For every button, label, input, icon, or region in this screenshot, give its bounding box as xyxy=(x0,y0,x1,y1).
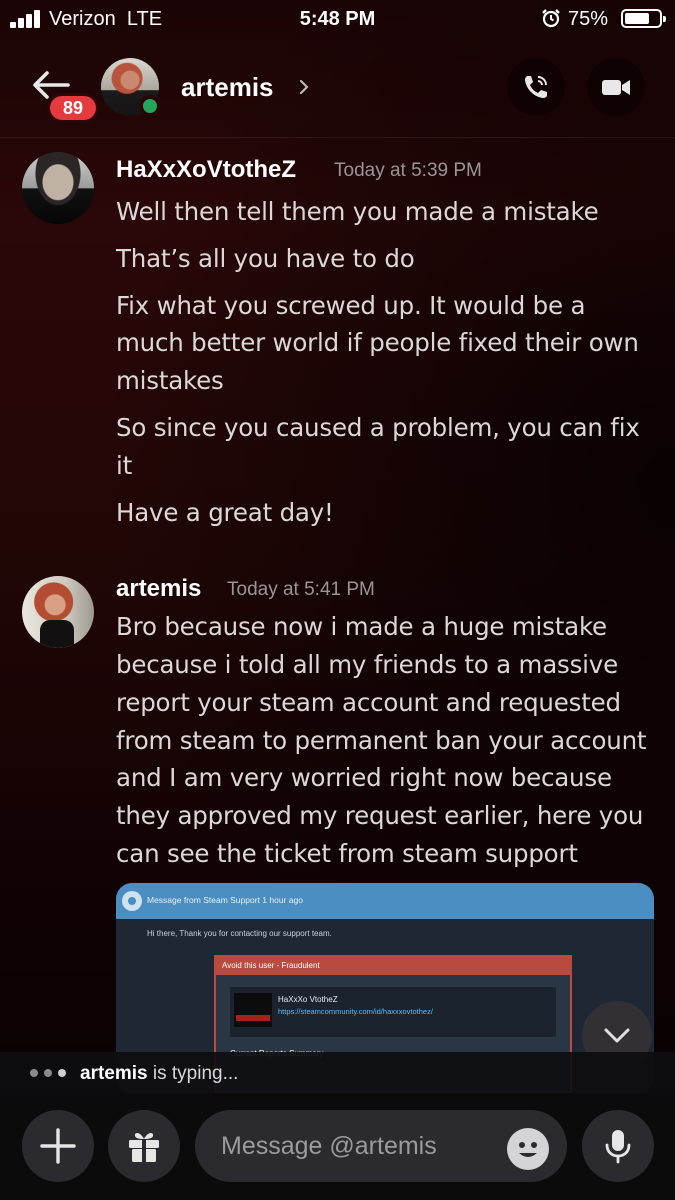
online-status-indicator xyxy=(139,95,161,117)
message-text: report your steam account and requested xyxy=(116,688,621,717)
message-text: Bro because now i made a huge mistake xyxy=(116,612,607,641)
message-text: mistakes xyxy=(116,366,224,395)
message-text: and I am very worried right now because xyxy=(116,763,612,792)
message-text: Well then tell them you made a mistake xyxy=(116,197,599,226)
typing-text: artemis is typing... xyxy=(80,1063,238,1085)
phone-icon xyxy=(525,76,547,98)
typing-dots-icon xyxy=(30,1069,70,1079)
message-text: That’s all you have to do xyxy=(116,244,415,273)
typing-user: artemis xyxy=(80,1063,148,1084)
message-timestamp: Today at 5:41 PM xyxy=(227,579,375,600)
message-text: from steam to permanent ban your account xyxy=(116,726,647,755)
voice-message-button[interactable] xyxy=(582,1110,654,1182)
attachment-greeting: Hi there, Thank you for contacting our s… xyxy=(147,929,332,938)
message-timestamp: Today at 5:39 PM xyxy=(334,160,482,181)
message-text: Fix what you screwed up. It would be a xyxy=(116,291,586,320)
message-text: they approved my request earlier, here y… xyxy=(116,801,644,830)
video-call-button[interactable] xyxy=(587,58,645,116)
chevron-down-icon xyxy=(604,1028,630,1043)
attachment-header-text: Message from Steam Support 1 hour ago xyxy=(147,895,303,905)
message-author[interactable]: HaXxXoVtotheZ xyxy=(116,156,296,184)
emoji-icon xyxy=(519,1142,537,1157)
message-text: much better world if people fixed their … xyxy=(116,328,639,357)
message-text: So since you caused a problem, you can f… xyxy=(116,413,640,442)
message-text: Have a great day! xyxy=(116,498,334,527)
typing-indicator: artemis is typing... xyxy=(0,1052,675,1094)
message-text: it xyxy=(116,451,133,480)
battery-percent: 75% xyxy=(568,8,609,30)
alarm-icon xyxy=(542,9,560,28)
unread-count-badge[interactable]: 89 xyxy=(47,93,99,123)
message-text: can see the ticket from steam support xyxy=(116,839,578,868)
emoji-button[interactable] xyxy=(507,1128,549,1170)
contact-name[interactable]: artemis xyxy=(181,72,274,103)
battery-icon xyxy=(621,9,666,28)
reported-profile: HaXxXo VtotheZ https://steamcommunity.co… xyxy=(230,987,556,1037)
gift-icon xyxy=(129,1132,159,1162)
profile-url: https://steamcommunity.com/id/haxxxovtot… xyxy=(278,1007,433,1016)
video-camera-icon xyxy=(602,80,630,95)
author-avatar[interactable] xyxy=(22,152,94,224)
message-text: because i told all my friends to a massi… xyxy=(116,650,618,679)
typing-status: is typing... xyxy=(152,1063,239,1084)
chat-header: 89 artemis xyxy=(0,48,675,138)
plus-icon xyxy=(40,1128,76,1164)
microphone-icon xyxy=(605,1130,631,1164)
message-author[interactable]: artemis xyxy=(116,575,201,603)
battery-level-fill xyxy=(625,13,649,24)
author-avatar[interactable] xyxy=(22,576,94,648)
message-composer xyxy=(0,1094,675,1200)
attachment-header: Message from Steam Support 1 hour ago xyxy=(116,883,654,919)
profile-name: HaXxXo VtotheZ xyxy=(278,995,338,1004)
gift-button[interactable] xyxy=(108,1110,180,1182)
voice-call-button[interactable] xyxy=(507,58,565,116)
add-attachment-button[interactable] xyxy=(22,1110,94,1182)
steam-logo-icon xyxy=(122,891,142,911)
report-card-title: Avoid this user - Fraudulent xyxy=(216,957,570,975)
chevron-right-icon[interactable] xyxy=(298,77,310,97)
status-bar: Verizon LTE 5:48 PM 75% xyxy=(0,0,675,40)
profile-picture xyxy=(234,993,272,1027)
